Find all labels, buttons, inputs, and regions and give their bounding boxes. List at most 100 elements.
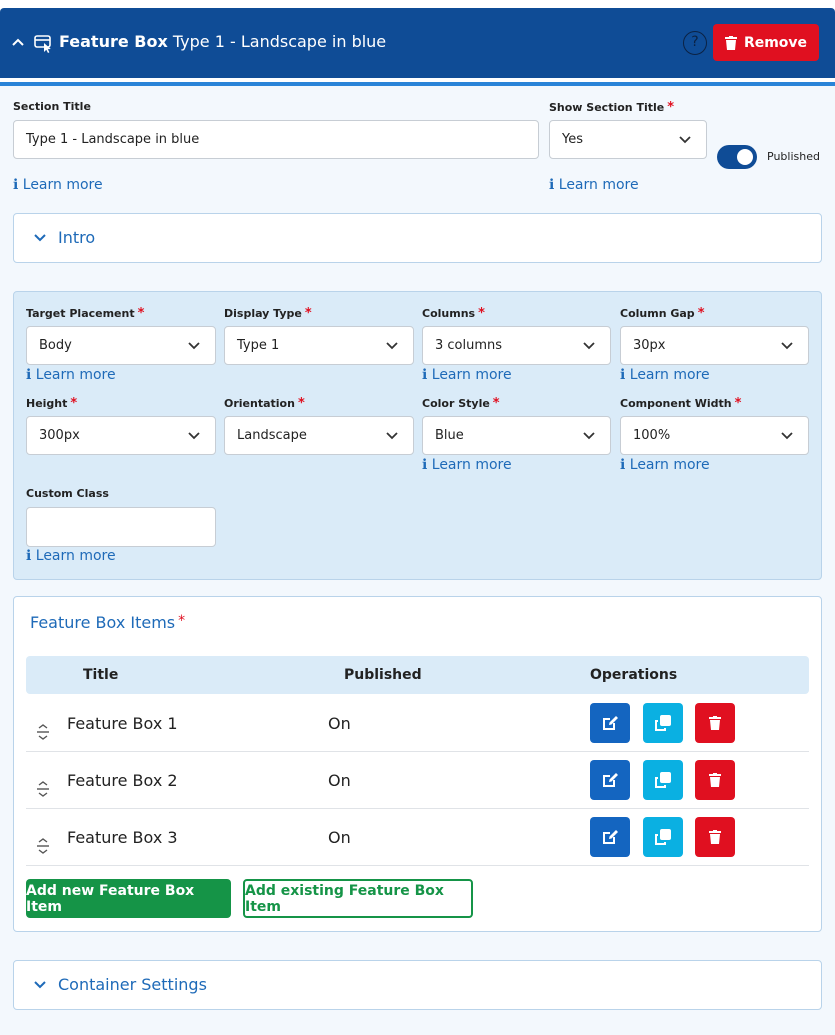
color-style-select[interactable]: Blue bbox=[422, 416, 611, 455]
add-new-item-button[interactable]: Add new Feature Box Item bbox=[26, 879, 231, 918]
show-section-title-label: Show Section Title * bbox=[549, 100, 674, 115]
component-width-label: Component Width * bbox=[620, 396, 741, 411]
required-mark: * bbox=[304, 306, 312, 321]
copy-icon bbox=[655, 715, 671, 731]
required-mark: * bbox=[70, 396, 78, 411]
height-select[interactable]: 300px bbox=[26, 416, 216, 455]
orientation-value: Landscape bbox=[237, 428, 307, 443]
chevron-down-icon bbox=[386, 431, 398, 439]
show-title-learn-more[interactable]: ℹ Learn more bbox=[549, 177, 639, 193]
required-mark: * bbox=[178, 613, 186, 629]
item-title: Feature Box 3 bbox=[67, 828, 178, 847]
target-placement-text: Target Placement bbox=[26, 307, 135, 320]
column-gap-select[interactable]: 30px bbox=[620, 326, 809, 365]
section-title-learn-more[interactable]: ℹ Learn more bbox=[13, 177, 103, 193]
edit-icon bbox=[603, 716, 618, 730]
columns-select[interactable]: 3 columns bbox=[422, 326, 611, 365]
edit-icon bbox=[603, 773, 618, 787]
container-settings-label: Container Settings bbox=[58, 975, 207, 994]
required-mark: * bbox=[734, 396, 742, 411]
items-heading-text: Feature Box Items bbox=[30, 613, 176, 632]
edit-button[interactable] bbox=[590, 703, 630, 743]
trash-icon bbox=[709, 830, 721, 844]
chevron-down-icon bbox=[583, 341, 595, 349]
chevron-down-icon bbox=[386, 341, 398, 349]
intro-panel[interactable] bbox=[13, 213, 822, 263]
chevron-down-icon bbox=[679, 135, 691, 143]
chevron-down-icon bbox=[188, 341, 200, 349]
delete-button[interactable] bbox=[695, 817, 735, 857]
edit-button[interactable] bbox=[590, 760, 630, 800]
required-mark: * bbox=[478, 306, 485, 321]
section-title-label: Section Title bbox=[13, 100, 91, 113]
target-placement-value: Body bbox=[39, 338, 72, 353]
remove-button[interactable]: Remove bbox=[713, 24, 819, 61]
item-title: Feature Box 2 bbox=[67, 771, 178, 790]
published-label: Published bbox=[767, 150, 820, 163]
feature-box-items-heading: Feature Box Items * bbox=[30, 613, 185, 632]
drag-handle-icon[interactable] bbox=[36, 837, 50, 855]
column-gap-label: Column Gap * bbox=[620, 306, 705, 321]
height-text: Height bbox=[26, 397, 68, 410]
copy-button[interactable] bbox=[643, 817, 683, 857]
component-width-learn-more[interactable]: ℹ Learn more bbox=[620, 457, 710, 473]
chevron-up-icon[interactable] bbox=[10, 34, 26, 50]
row-divider bbox=[26, 808, 809, 809]
edit-icon bbox=[603, 830, 618, 844]
show-section-title-value: Yes bbox=[562, 132, 583, 147]
target-placement-learn-more[interactable]: ℹ Learn more bbox=[26, 367, 116, 383]
remove-button-label: Remove bbox=[743, 34, 808, 51]
display-type-value: Type 1 bbox=[237, 338, 280, 353]
columns-label: Columns * bbox=[422, 306, 485, 321]
help-icon[interactable]: ? bbox=[683, 31, 707, 55]
columns-learn-more[interactable]: ℹ Learn more bbox=[422, 367, 512, 383]
column-gap-learn-more[interactable]: ℹ Learn more bbox=[620, 367, 710, 383]
color-style-label: Color Style * bbox=[422, 396, 500, 411]
custom-class-label: Custom Class bbox=[26, 487, 109, 500]
height-label: Height * bbox=[26, 396, 77, 411]
show-section-title-select[interactable]: Yes bbox=[549, 120, 707, 159]
component-width-text: Component Width bbox=[620, 397, 732, 410]
copy-button[interactable] bbox=[643, 760, 683, 800]
column-gap-text: Column Gap bbox=[620, 307, 695, 320]
orientation-text: Orientation bbox=[224, 397, 295, 410]
edit-button[interactable] bbox=[590, 817, 630, 857]
chevron-down-icon bbox=[583, 431, 595, 439]
drag-handle-icon[interactable] bbox=[36, 723, 50, 741]
orientation-select[interactable]: Landscape bbox=[224, 416, 414, 455]
column-gap-value: 30px bbox=[633, 338, 666, 353]
show-section-title-text: Show Section Title bbox=[549, 101, 665, 114]
published-toggle[interactable] bbox=[717, 145, 757, 169]
columns-text: Columns bbox=[422, 307, 476, 320]
custom-class-learn-more[interactable]: ℹ Learn more bbox=[26, 548, 116, 564]
column-header-published: Published bbox=[344, 667, 422, 683]
required-mark: * bbox=[697, 306, 705, 321]
row-divider bbox=[26, 865, 809, 866]
chevron-down-icon bbox=[34, 981, 46, 989]
block-subtitle: Type 1 - Landscape in blue bbox=[172, 32, 387, 51]
height-value: 300px bbox=[39, 428, 80, 443]
chevron-down-icon bbox=[34, 234, 46, 242]
section-title-input[interactable]: Type 1 - Landscape in blue bbox=[13, 120, 539, 159]
delete-button[interactable] bbox=[695, 703, 735, 743]
required-mark: * bbox=[667, 100, 675, 115]
delete-button[interactable] bbox=[695, 760, 735, 800]
color-style-learn-more[interactable]: ℹ Learn more bbox=[422, 457, 512, 473]
target-placement-select[interactable]: Body bbox=[26, 326, 216, 365]
required-mark: * bbox=[492, 396, 500, 411]
component-width-select[interactable]: 100% bbox=[620, 416, 809, 455]
column-header-operations: Operations bbox=[590, 667, 678, 683]
display-type-label: Display Type * bbox=[224, 306, 312, 321]
copy-icon bbox=[655, 772, 671, 788]
item-published: On bbox=[328, 714, 351, 733]
item-published: On bbox=[328, 828, 351, 847]
drag-handle-icon[interactable] bbox=[36, 780, 50, 798]
chevron-down-icon bbox=[781, 341, 793, 349]
toggle-knob bbox=[737, 149, 753, 165]
add-existing-item-button[interactable]: Add existing Feature Box Item bbox=[243, 879, 473, 918]
copy-button[interactable] bbox=[643, 703, 683, 743]
display-type-select[interactable]: Type 1 bbox=[224, 326, 414, 365]
trash-icon bbox=[709, 716, 721, 730]
custom-class-input[interactable] bbox=[26, 507, 216, 547]
item-published: On bbox=[328, 771, 351, 790]
